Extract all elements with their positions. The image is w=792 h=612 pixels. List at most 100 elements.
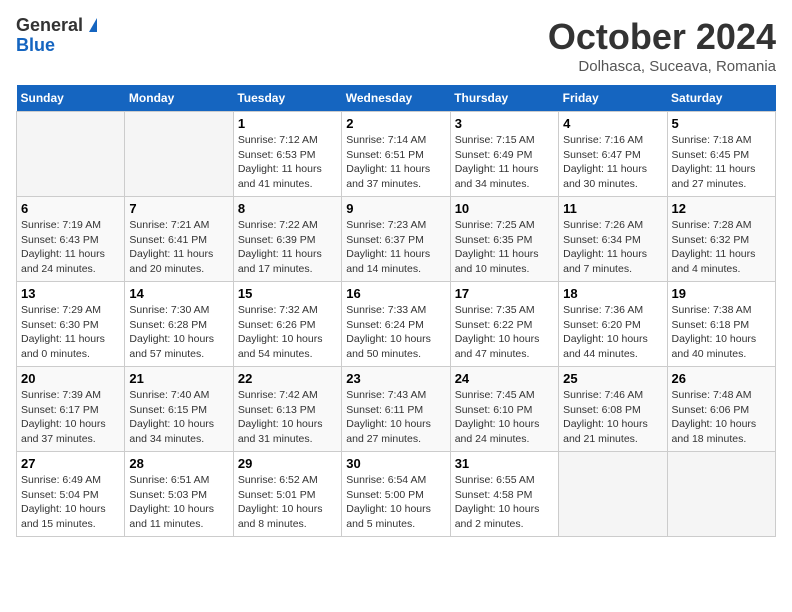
day-detail: Sunrise: 7:25 AM Sunset: 6:35 PM Dayligh… [455, 218, 554, 277]
month-title: October 2024 [548, 16, 776, 58]
calendar-week-row: 1Sunrise: 7:12 AM Sunset: 6:53 PM Daylig… [17, 112, 776, 197]
calendar-cell: 20 Sunrise: 7:39 AM Sunset: 6:17 PM Dayli… [17, 367, 125, 452]
calendar-week-row: 13 Sunrise: 7:29 AM Sunset: 6:30 PM Dayli… [17, 282, 776, 367]
calendar-cell: 25 Sunrise: 7:46 AM Sunset: 6:08 PM Dayli… [559, 367, 667, 452]
calendar-cell [125, 112, 233, 197]
day-detail: Sunrise: 7:43 AM Sunset: 6:11 PM Dayligh… [346, 388, 445, 447]
calendar-cell: 8Sunrise: 7:22 AM Sunset: 6:39 PM Daylig… [233, 197, 341, 282]
day-detail: Sunrise: 7:15 AM Sunset: 6:49 PM Dayligh… [455, 133, 554, 192]
day-detail: Sunrise: 7:48 AM Sunset: 6:06 PM Dayligh… [672, 388, 771, 447]
day-detail: Sunrise: 7:21 AM Sunset: 6:41 PM Dayligh… [129, 218, 228, 277]
calendar-cell: 13 Sunrise: 7:29 AM Sunset: 6:30 PM Dayli… [17, 282, 125, 367]
logo-general-text: General [16, 16, 83, 36]
logo: General Blue [16, 16, 83, 56]
calendar-cell: 29 Sunrise: 6:52 AM Sunset: 5:01 PM Dayli… [233, 452, 341, 537]
day-number: 27 [21, 456, 120, 471]
calendar-cell: 12Sunrise: 7:28 AM Sunset: 6:32 PM Dayli… [667, 197, 775, 282]
calendar-cell: 28 Sunrise: 6:51 AM Sunset: 5:03 PM Dayli… [125, 452, 233, 537]
day-detail: Sunrise: 6:54 AM Sunset: 5:00 PM Dayligh… [346, 473, 445, 532]
calendar-cell: 6Sunrise: 7:19 AM Sunset: 6:43 PM Daylig… [17, 197, 125, 282]
day-detail: Sunrise: 7:32 AM Sunset: 6:26 PM Dayligh… [238, 303, 337, 362]
day-number: 14 [129, 286, 228, 301]
day-number: 11 [563, 201, 662, 216]
day-number: 1 [238, 116, 337, 131]
day-detail: Sunrise: 6:55 AM Sunset: 4:58 PM Dayligh… [455, 473, 554, 532]
day-detail: Sunrise: 7:19 AM Sunset: 6:43 PM Dayligh… [21, 218, 120, 277]
calendar-cell: 16 Sunrise: 7:33 AM Sunset: 6:24 PM Dayli… [342, 282, 450, 367]
day-number: 17 [455, 286, 554, 301]
day-detail: Sunrise: 6:51 AM Sunset: 5:03 PM Dayligh… [129, 473, 228, 532]
day-number: 18 [563, 286, 662, 301]
day-number: 25 [563, 371, 662, 386]
day-detail: Sunrise: 7:23 AM Sunset: 6:37 PM Dayligh… [346, 218, 445, 277]
day-detail: Sunrise: 7:46 AM Sunset: 6:08 PM Dayligh… [563, 388, 662, 447]
day-detail: Sunrise: 7:33 AM Sunset: 6:24 PM Dayligh… [346, 303, 445, 362]
calendar-week-row: 20 Sunrise: 7:39 AM Sunset: 6:17 PM Dayli… [17, 367, 776, 452]
day-detail: Sunrise: 7:18 AM Sunset: 6:45 PM Dayligh… [672, 133, 771, 192]
day-detail: Sunrise: 7:45 AM Sunset: 6:10 PM Dayligh… [455, 388, 554, 447]
day-detail: Sunrise: 7:39 AM Sunset: 6:17 PM Dayligh… [21, 388, 120, 447]
calendar-cell [667, 452, 775, 537]
day-number: 24 [455, 371, 554, 386]
day-detail: Sunrise: 7:26 AM Sunset: 6:34 PM Dayligh… [563, 218, 662, 277]
calendar-cell: 14 Sunrise: 7:30 AM Sunset: 6:28 PM Dayli… [125, 282, 233, 367]
day-detail: Sunrise: 7:40 AM Sunset: 6:15 PM Dayligh… [129, 388, 228, 447]
calendar-cell: 27 Sunrise: 6:49 AM Sunset: 5:04 PM Dayli… [17, 452, 125, 537]
calendar-cell: 17 Sunrise: 7:35 AM Sunset: 6:22 PM Dayli… [450, 282, 558, 367]
day-number: 5 [672, 116, 771, 131]
day-number: 12 [672, 201, 771, 216]
calendar-cell: 31Sunrise: 6:55 AM Sunset: 4:58 PM Dayli… [450, 452, 558, 537]
day-number: 22 [238, 371, 337, 386]
calendar-cell: 3 Sunrise: 7:15 AM Sunset: 6:49 PM Daylig… [450, 112, 558, 197]
day-number: 21 [129, 371, 228, 386]
day-number: 4 [563, 116, 662, 131]
calendar-cell: 19Sunrise: 7:38 AM Sunset: 6:18 PM Dayli… [667, 282, 775, 367]
day-number: 26 [672, 371, 771, 386]
day-number: 15 [238, 286, 337, 301]
weekday-header: Thursday [450, 85, 558, 112]
calendar-cell: 11 Sunrise: 7:26 AM Sunset: 6:34 PM Dayli… [559, 197, 667, 282]
day-number: 13 [21, 286, 120, 301]
calendar-cell: 2 Sunrise: 7:14 AM Sunset: 6:51 PM Daylig… [342, 112, 450, 197]
day-number: 3 [455, 116, 554, 131]
calendar-cell: 23 Sunrise: 7:43 AM Sunset: 6:11 PM Dayli… [342, 367, 450, 452]
weekday-header-row: SundayMondayTuesdayWednesdayThursdayFrid… [17, 85, 776, 112]
page-header: General Blue October 2024 Dolhasca, Suce… [16, 16, 776, 75]
calendar-cell [559, 452, 667, 537]
day-detail: Sunrise: 7:30 AM Sunset: 6:28 PM Dayligh… [129, 303, 228, 362]
day-number: 16 [346, 286, 445, 301]
calendar-cell: 30Sunrise: 6:54 AM Sunset: 5:00 PM Dayli… [342, 452, 450, 537]
day-detail: Sunrise: 7:35 AM Sunset: 6:22 PM Dayligh… [455, 303, 554, 362]
day-number: 10 [455, 201, 554, 216]
calendar-cell: 21 Sunrise: 7:40 AM Sunset: 6:15 PM Dayli… [125, 367, 233, 452]
day-number: 28 [129, 456, 228, 471]
day-number: 23 [346, 371, 445, 386]
day-number: 2 [346, 116, 445, 131]
calendar-cell: 24 Sunrise: 7:45 AM Sunset: 6:10 PM Dayli… [450, 367, 558, 452]
day-detail: Sunrise: 7:29 AM Sunset: 6:30 PM Dayligh… [21, 303, 120, 362]
day-number: 19 [672, 286, 771, 301]
calendar-cell [17, 112, 125, 197]
day-number: 9 [346, 201, 445, 216]
day-detail: Sunrise: 7:42 AM Sunset: 6:13 PM Dayligh… [238, 388, 337, 447]
calendar-cell: 9 Sunrise: 7:23 AM Sunset: 6:37 PM Daylig… [342, 197, 450, 282]
day-detail: Sunrise: 6:52 AM Sunset: 5:01 PM Dayligh… [238, 473, 337, 532]
calendar-week-row: 6Sunrise: 7:19 AM Sunset: 6:43 PM Daylig… [17, 197, 776, 282]
calendar-cell: 1Sunrise: 7:12 AM Sunset: 6:53 PM Daylig… [233, 112, 341, 197]
day-number: 29 [238, 456, 337, 471]
calendar-cell: 15 Sunrise: 7:32 AM Sunset: 6:26 PM Dayli… [233, 282, 341, 367]
day-number: 20 [21, 371, 120, 386]
calendar-cell: 5 Sunrise: 7:18 AM Sunset: 6:45 PM Daylig… [667, 112, 775, 197]
day-detail: Sunrise: 7:14 AM Sunset: 6:51 PM Dayligh… [346, 133, 445, 192]
day-detail: Sunrise: 6:49 AM Sunset: 5:04 PM Dayligh… [21, 473, 120, 532]
calendar-table: SundayMondayTuesdayWednesdayThursdayFrid… [16, 85, 776, 537]
calendar-week-row: 27 Sunrise: 6:49 AM Sunset: 5:04 PM Dayli… [17, 452, 776, 537]
calendar-cell: 22 Sunrise: 7:42 AM Sunset: 6:13 PM Dayli… [233, 367, 341, 452]
calendar-cell: 4Sunrise: 7:16 AM Sunset: 6:47 PM Daylig… [559, 112, 667, 197]
day-number: 7 [129, 201, 228, 216]
day-detail: Sunrise: 7:36 AM Sunset: 6:20 PM Dayligh… [563, 303, 662, 362]
location-subtitle: Dolhasca, Suceava, Romania [548, 58, 776, 75]
calendar-cell: 18 Sunrise: 7:36 AM Sunset: 6:20 PM Dayli… [559, 282, 667, 367]
calendar-cell: 10 Sunrise: 7:25 AM Sunset: 6:35 PM Dayli… [450, 197, 558, 282]
calendar-cell: 7 Sunrise: 7:21 AM Sunset: 6:41 PM Daylig… [125, 197, 233, 282]
